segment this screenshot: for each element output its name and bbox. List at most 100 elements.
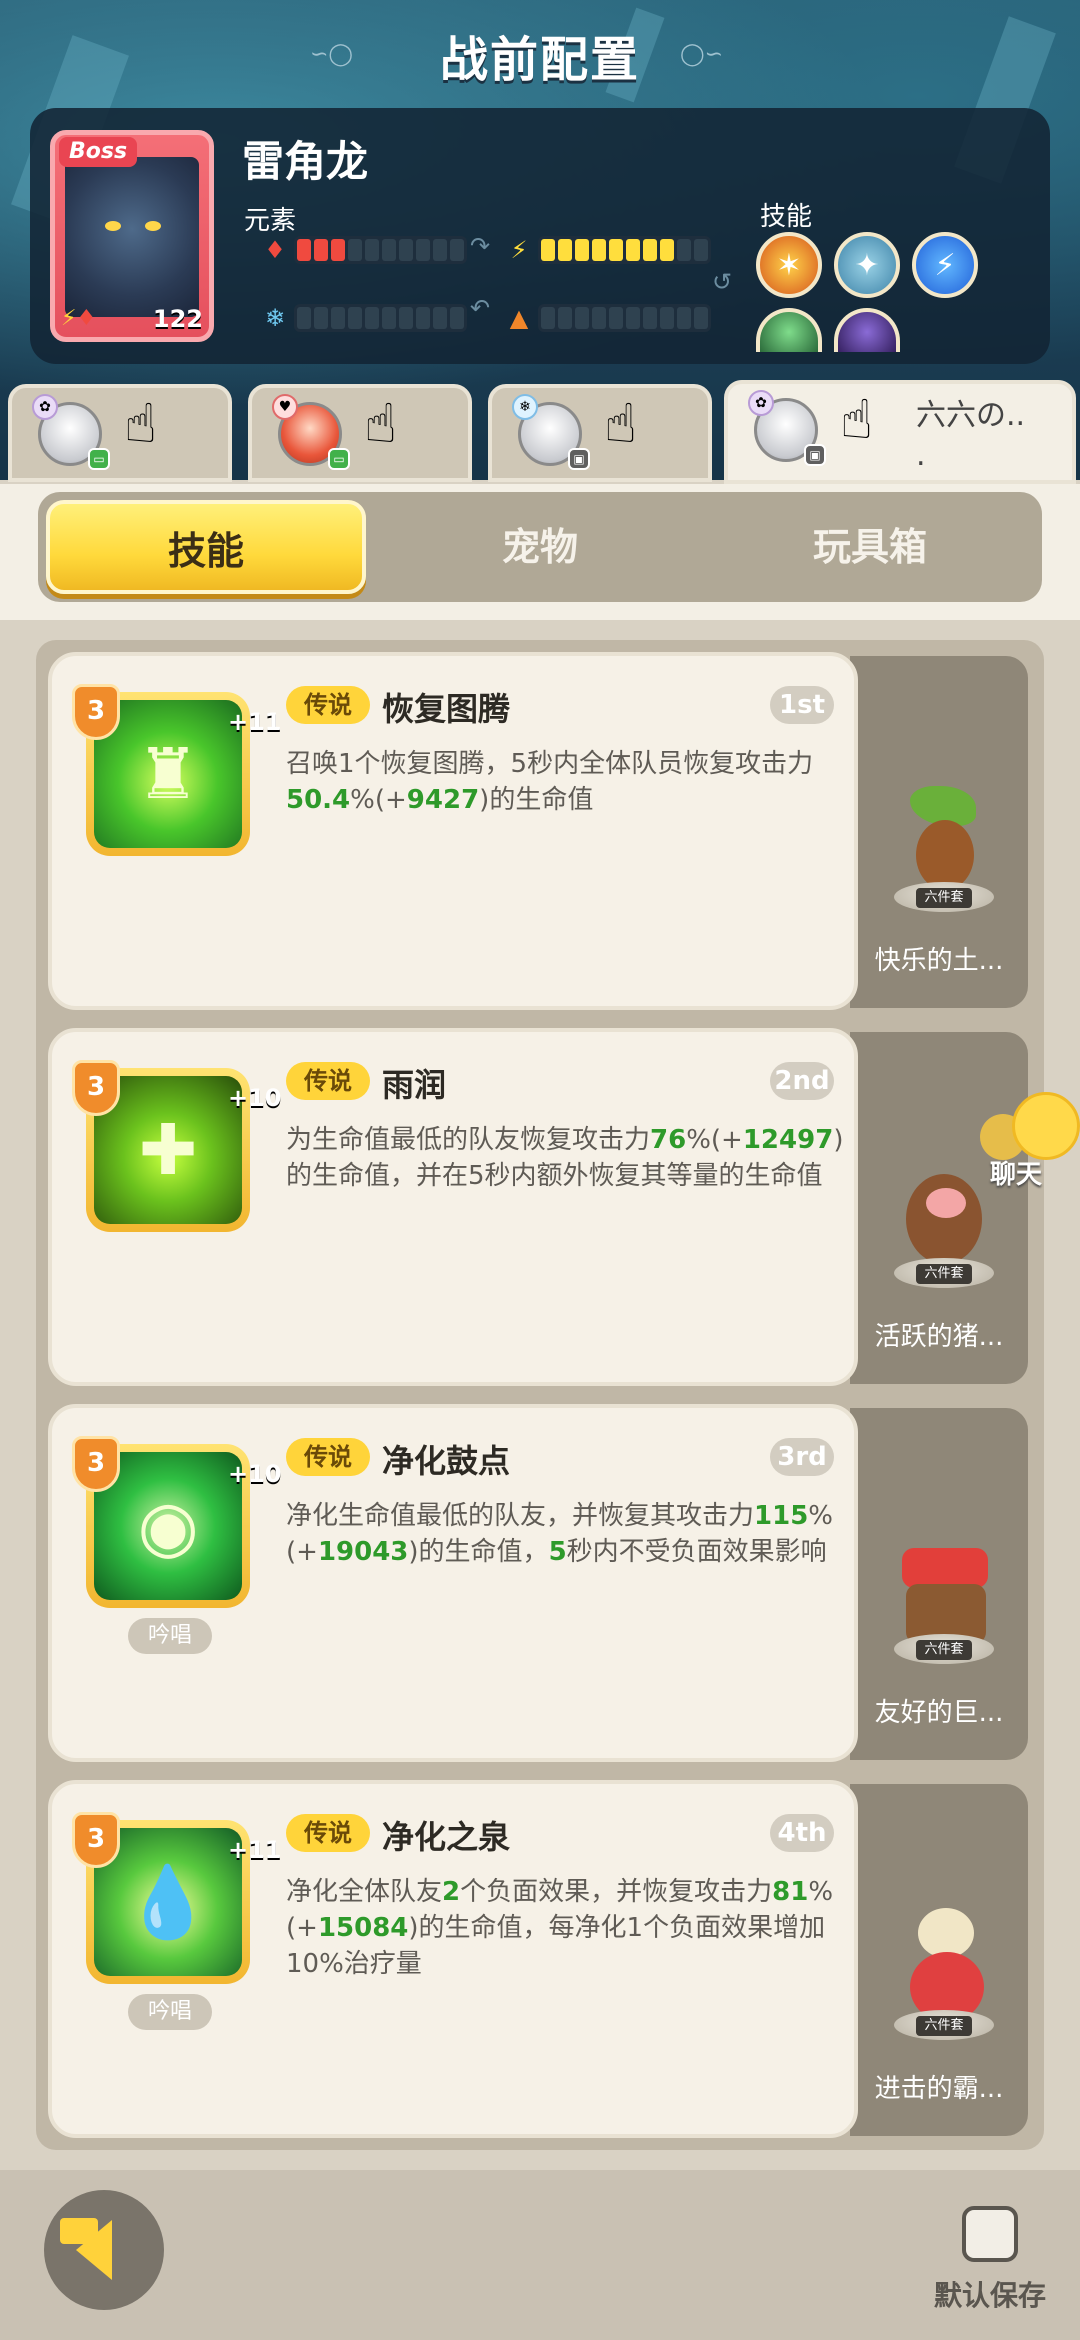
stat-segment <box>450 239 464 261</box>
boss-tag: Boss <box>59 137 138 167</box>
boss-skill-4-icon[interactable] <box>756 308 822 352</box>
chat-label: 聊天 <box>990 1160 1043 1190</box>
stat-segment <box>314 239 328 261</box>
skill-card-4[interactable]: 💧 +11 3 吟唱 传说 净化之泉 4th 净化全体队友2个负面效果，并恢复攻… <box>48 1780 858 2138</box>
element-label: 元素 <box>244 206 297 236</box>
tap-hand-icon: ☝ <box>364 392 397 455</box>
skill-card-1[interactable]: ♜ +11 3 传说 恢复图腾 1st 召唤1个恢复图腾，5秒内全体队员恢复攻击… <box>48 652 858 1010</box>
pet-figure <box>896 776 992 896</box>
stat-segment <box>558 239 572 261</box>
stat-segment <box>558 307 572 329</box>
stat-segment <box>348 307 362 329</box>
stat-segment <box>314 307 328 329</box>
boss-card[interactable]: Boss ⚡♦ 122 <box>50 130 214 342</box>
stat-segment <box>416 239 430 261</box>
stat-segment <box>382 307 396 329</box>
tap-hand-icon: ☝ <box>840 388 873 451</box>
rank-shield-icon: 3 <box>72 1060 120 1116</box>
skill-name: 净化之泉 <box>382 1818 511 1856</box>
skill-name: 恢复图腾 <box>382 690 511 728</box>
hero-tab-1[interactable]: ✿ ▭ ☝ <box>8 384 232 482</box>
skill-description: 净化生命值最低的队友，并恢复其攻击力115%(+19043)的生命值，5秒内不受… <box>286 1501 834 1567</box>
hero-tab-2[interactable]: ♥ ▭ ☝ <box>248 384 472 482</box>
stat-segment <box>297 307 311 329</box>
stat-segment <box>677 307 691 329</box>
earth-bar <box>538 304 711 332</box>
tap-hand-icon: ☝ <box>604 392 637 455</box>
pet-set-badge: 六件套 <box>916 2016 972 2036</box>
pet-slot-2[interactable]: 六件套 活跃的猪... <box>850 1032 1028 1384</box>
robot-icon: ▣ <box>804 444 826 466</box>
stat-lightning: ⚡ <box>506 236 711 264</box>
pet-name: 活跃的猪... <box>874 1322 1004 1352</box>
stat-segment <box>643 239 657 261</box>
rank-shield-icon: 3 <box>72 684 120 740</box>
skill-card-2[interactable]: ✚ +10 3 传说 雨润 2nd 为生命值最低的队友恢复攻击力76%(+124… <box>48 1028 858 1386</box>
skill-label: 技能 <box>760 202 813 232</box>
ice-bar <box>294 304 467 332</box>
legend-tag: 传说 <box>286 1062 370 1100</box>
boss-skill-5-icon[interactable] <box>834 308 900 352</box>
hero-element-icon: ✿ <box>32 394 58 420</box>
hero-name: 六六の.. . <box>916 398 1026 473</box>
tab-pets[interactable]: 宠物 <box>380 500 700 594</box>
boss-skill-1-icon[interactable]: ✶ <box>756 232 822 298</box>
pet-set-badge: 六件套 <box>916 1640 972 1660</box>
default-save-checkbox[interactable] <box>962 2206 1018 2262</box>
boss-panel: Boss ⚡♦ 122 雷角龙 元素 技能 ♦ ⚡ ❄ ▲ ↷ ↶ ↺ ✶ ✦ … <box>30 108 1050 364</box>
fire-icon: ♦ <box>264 236 286 264</box>
stat-segment <box>575 239 589 261</box>
pet-figure <box>896 1904 992 2024</box>
chat-button[interactable]: 聊天 <box>974 1092 1080 1192</box>
boss-skill-2-icon[interactable]: ✦ <box>834 232 900 298</box>
hero-element-icon: ♥ <box>272 394 298 420</box>
hero-tab-4[interactable]: ✿ ▣ ☝ 六六の.. . <box>724 380 1076 484</box>
page-title: 战前配置 <box>439 32 640 88</box>
boss-skill-3-icon[interactable]: ⚡ <box>912 232 978 298</box>
stat-segment <box>609 307 623 329</box>
pet-figure <box>896 1528 992 1648</box>
smiley-icon <box>1012 1092 1080 1160</box>
stat-segment <box>365 239 379 261</box>
stat-fire: ♦ <box>262 236 467 264</box>
stat-segment <box>626 307 640 329</box>
stat-segment <box>660 239 674 261</box>
stat-segment <box>660 307 674 329</box>
stat-segment <box>694 239 708 261</box>
boss-portrait <box>65 157 199 317</box>
stat-segment <box>694 307 708 329</box>
controller-icon: ▭ <box>88 448 110 470</box>
stat-segment <box>677 239 691 261</box>
boss-element-icons: ⚡♦ <box>61 306 97 331</box>
stat-segment <box>575 307 589 329</box>
pet-slot-1[interactable]: 六件套 快乐的土... <box>850 656 1028 1008</box>
skill-plus-level: +10 <box>228 1460 282 1488</box>
default-save-label: 默认保存 <box>934 2279 1047 2312</box>
skill-name: 净化鼓点 <box>382 1442 511 1480</box>
pet-name: 友好的巨... <box>874 1698 1004 1728</box>
rank-shield-icon: 3 <box>72 1436 120 1492</box>
controller-icon: ▭ <box>328 448 350 470</box>
stat-segment <box>297 239 311 261</box>
skill-description: 为生命值最低的队友恢复攻击力76%(+12497)的生命值，并在5秒内额外恢复其… <box>286 1125 844 1191</box>
stat-segment <box>450 307 464 329</box>
stat-ice: ❄ <box>262 304 467 332</box>
cycle-arrow-icon: ↷ <box>470 232 491 260</box>
stat-segment <box>331 239 345 261</box>
pet-slot-3[interactable]: 六件套 友好的巨... <box>850 1408 1028 1760</box>
bottom-bar: 默认保存 <box>0 2170 1080 2340</box>
hero-tab-3[interactable]: ❄ ▣ ☝ <box>488 384 712 482</box>
stat-segment <box>541 239 555 261</box>
legend-tag: 传说 <box>286 686 370 724</box>
back-button[interactable] <box>44 2190 164 2310</box>
pet-slot-4[interactable]: 六件套 进击的霸... <box>850 1784 1028 2136</box>
skill-plus-level: +10 <box>228 1084 282 1112</box>
tab-skills[interactable]: 技能 <box>46 500 366 594</box>
skill-description: 净化全体队友2个负面效果，并恢复攻击力81%(+15084)的生命值，每净化1个… <box>286 1877 834 1979</box>
skill-card-3[interactable]: ◉ +10 3 吟唱 传说 净化鼓点 3rd 净化生命值最低的队友，并恢复其攻击… <box>48 1404 858 1762</box>
fire-bar <box>294 236 467 264</box>
lightning-icon: ⚡ <box>510 236 528 264</box>
boss-name: 雷角龙 <box>242 137 369 186</box>
tab-toybox[interactable]: 玩具箱 <box>710 500 1030 594</box>
hero-element-icon: ❄ <box>512 394 538 420</box>
